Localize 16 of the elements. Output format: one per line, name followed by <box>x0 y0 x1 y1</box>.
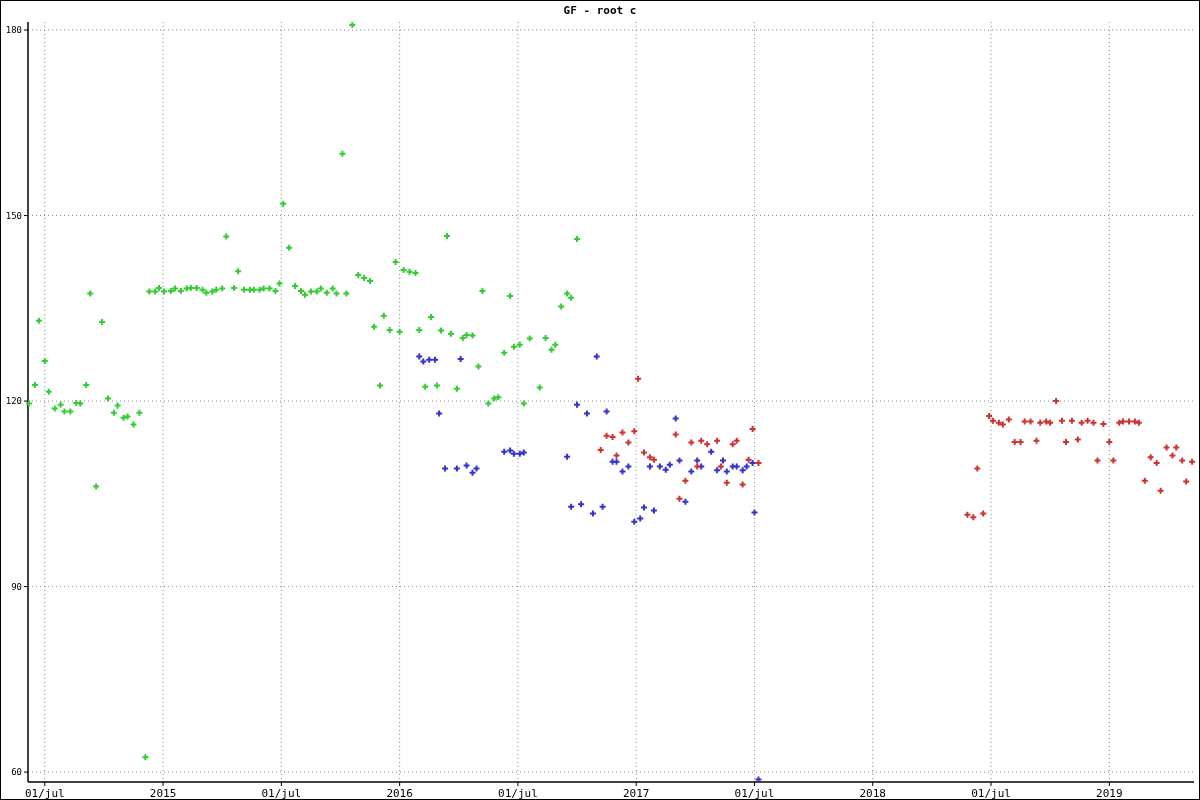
y-tick-label: 90 <box>11 581 22 592</box>
x-tick-label: 2017 <box>622 787 650 799</box>
chart-title: GF - root c <box>563 4 637 17</box>
x-tick-label: 2016 <box>386 787 413 799</box>
y-tick-label: 150 <box>5 210 22 221</box>
x-tick-label: 01/jul <box>24 787 65 799</box>
x-tick-label: 01/jul <box>261 787 302 799</box>
y-tick-label: 180 <box>5 25 22 36</box>
x-tick-label: 2018 <box>859 787 886 799</box>
x-tick-label: 01/jul <box>971 787 1011 799</box>
x-tick-label: 2019 <box>1096 787 1123 799</box>
x-tick-label: 2015 <box>149 787 177 799</box>
y-tick-label: 60 <box>11 767 22 778</box>
x-tick-label: 01/jul <box>734 787 775 799</box>
y-tick-label: 120 <box>5 396 22 407</box>
x-tick-label: 01/jul <box>498 787 538 799</box>
